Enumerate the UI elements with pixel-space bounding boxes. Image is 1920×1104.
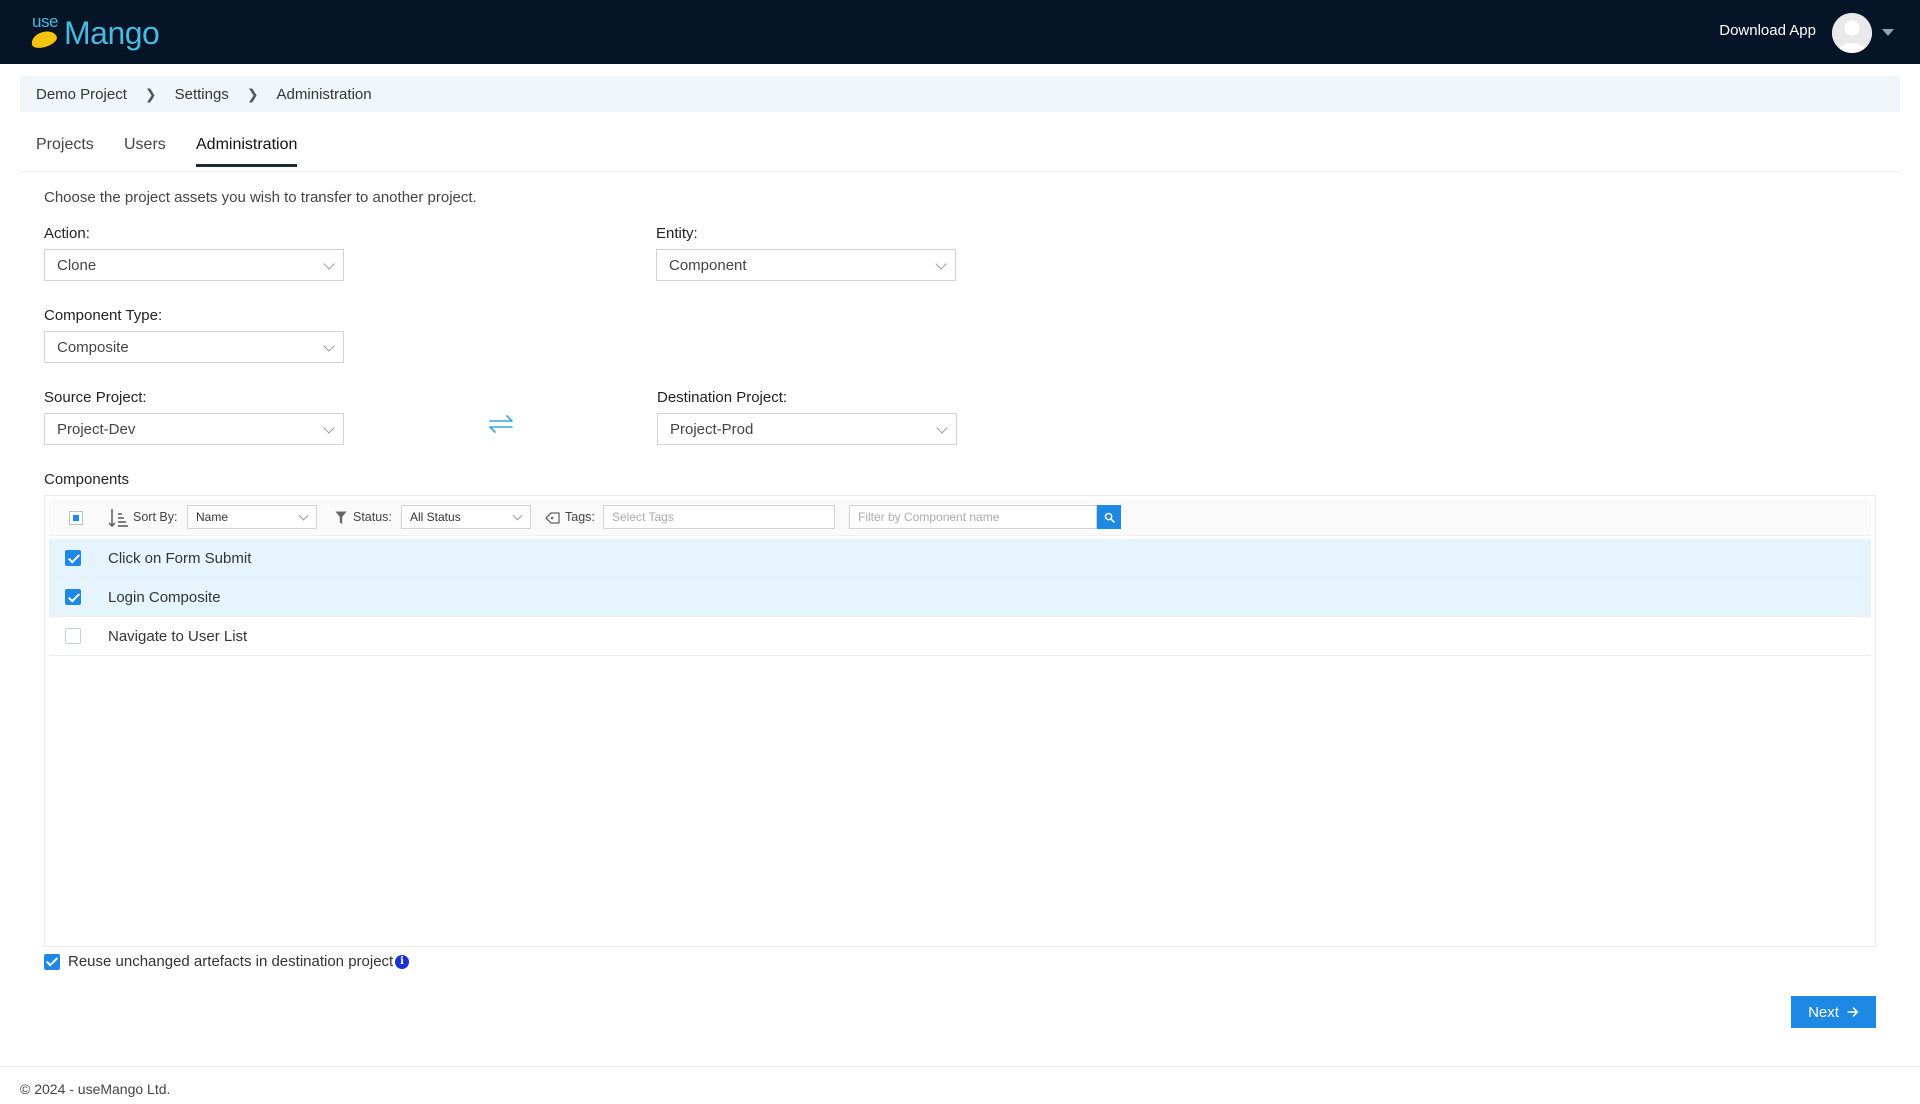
component-checkbox[interactable]	[65, 589, 81, 605]
sort-by-label: Sort By:	[133, 510, 178, 524]
components-toolbar: Sort By: Name Status: All Status Tags:	[49, 500, 1871, 536]
user-menu-chevron-down-icon[interactable]	[1882, 29, 1894, 36]
component-checkbox[interactable]	[65, 550, 81, 566]
next-button-label: Next	[1808, 1003, 1839, 1021]
breadcrumb: Demo Project ❯ Settings ❯ Administration	[20, 76, 1900, 112]
breadcrumb-demo-project[interactable]: Demo Project	[36, 86, 127, 103]
components-panel: Sort By: Name Status: All Status Tags: S…	[44, 495, 1876, 947]
breadcrumb-settings[interactable]: Settings	[175, 86, 229, 103]
tab-users[interactable]: Users	[124, 136, 166, 164]
arrow-right-icon	[1847, 1007, 1859, 1017]
top-bar: use Mango Download App	[0, 0, 1920, 64]
chevron-down-icon	[323, 422, 335, 434]
entity-select[interactable]: Component	[656, 249, 956, 281]
list-item[interactable]: Login Composite	[49, 578, 1871, 617]
chevron-down-icon	[323, 258, 335, 270]
logo-text-mango: Mango	[64, 15, 160, 51]
avatar-icon[interactable]	[1832, 13, 1872, 53]
destination-project-select-value: Project-Prod	[670, 421, 754, 438]
action-select[interactable]: Clone	[44, 249, 344, 281]
indeterminate-mark	[73, 515, 79, 521]
chevron-down-icon	[936, 422, 948, 434]
sort-by-select-value: Name	[196, 510, 229, 524]
next-button[interactable]: Next	[1791, 996, 1876, 1028]
component-name: Click on Form Submit	[108, 550, 252, 567]
component-checkbox[interactable]	[65, 628, 81, 644]
component-type-select-value: Composite	[57, 339, 129, 356]
footer-divider	[0, 1066, 1920, 1067]
tags-label: Tags:	[565, 510, 595, 524]
usemango-logo[interactable]: use Mango	[29, 12, 160, 52]
destination-project-label: Destination Project:	[657, 389, 788, 406]
source-project-label: Source Project:	[44, 389, 147, 406]
chevron-right-icon: ❯	[246, 85, 259, 102]
breadcrumb-administration: Administration	[276, 85, 372, 103]
download-app-link[interactable]: Download App	[1719, 22, 1816, 39]
component-type-select[interactable]: Composite	[44, 331, 344, 363]
action-select-value: Clone	[57, 257, 97, 274]
component-type-label: Component Type:	[44, 307, 163, 324]
list-item[interactable]: Navigate to User List	[49, 617, 1871, 656]
entity-select-value: Component	[669, 257, 747, 274]
sort-by-select[interactable]: Name	[187, 505, 317, 529]
sort-icon[interactable]	[107, 507, 129, 529]
status-select[interactable]: All Status	[401, 505, 531, 529]
entity-label: Entity:	[656, 225, 698, 242]
intro-text: Choose the project assets you wish to tr…	[44, 189, 477, 206]
tab-projects[interactable]: Projects	[36, 136, 94, 164]
swap-arrows-icon[interactable]	[486, 414, 516, 434]
tab-administration[interactable]: Administration	[196, 136, 298, 167]
reuse-artefacts-checkbox[interactable]	[44, 954, 60, 970]
logo-text-use: use	[32, 12, 58, 31]
components-label: Components	[44, 471, 130, 488]
select-all-checkbox[interactable]	[69, 511, 83, 525]
status-select-value: All Status	[410, 510, 461, 524]
chevron-right-icon: ❯	[144, 85, 157, 102]
component-name: Navigate to User List	[108, 628, 248, 645]
tag-icon	[545, 512, 560, 524]
info-icon[interactable]: i	[395, 955, 409, 969]
destination-project-select[interactable]: Project-Prod	[657, 413, 957, 445]
chevron-down-icon	[935, 258, 947, 270]
component-name: Login Composite	[108, 589, 221, 606]
status-label: Status:	[353, 510, 392, 524]
filter-component-input[interactable]	[849, 505, 1097, 529]
source-project-select-value: Project-Dev	[57, 421, 136, 438]
tags-input[interactable]	[603, 505, 835, 529]
chevron-down-icon	[323, 340, 335, 352]
source-project-select[interactable]: Project-Dev	[44, 413, 344, 445]
filter-icon	[335, 511, 347, 524]
chevron-down-icon	[512, 510, 523, 521]
reuse-artefacts-label[interactable]: Reuse unchanged artefacts in destination…	[68, 953, 393, 970]
list-item[interactable]: Click on Form Submit	[49, 539, 1871, 578]
action-label: Action:	[44, 225, 90, 242]
search-button[interactable]	[1097, 505, 1121, 529]
settings-tabs: Projects Users Administration	[20, 128, 1900, 172]
search-icon	[1104, 512, 1115, 523]
chevron-down-icon	[298, 510, 309, 521]
footer-copyright: © 2024 - useMango Ltd.	[20, 1081, 171, 1097]
